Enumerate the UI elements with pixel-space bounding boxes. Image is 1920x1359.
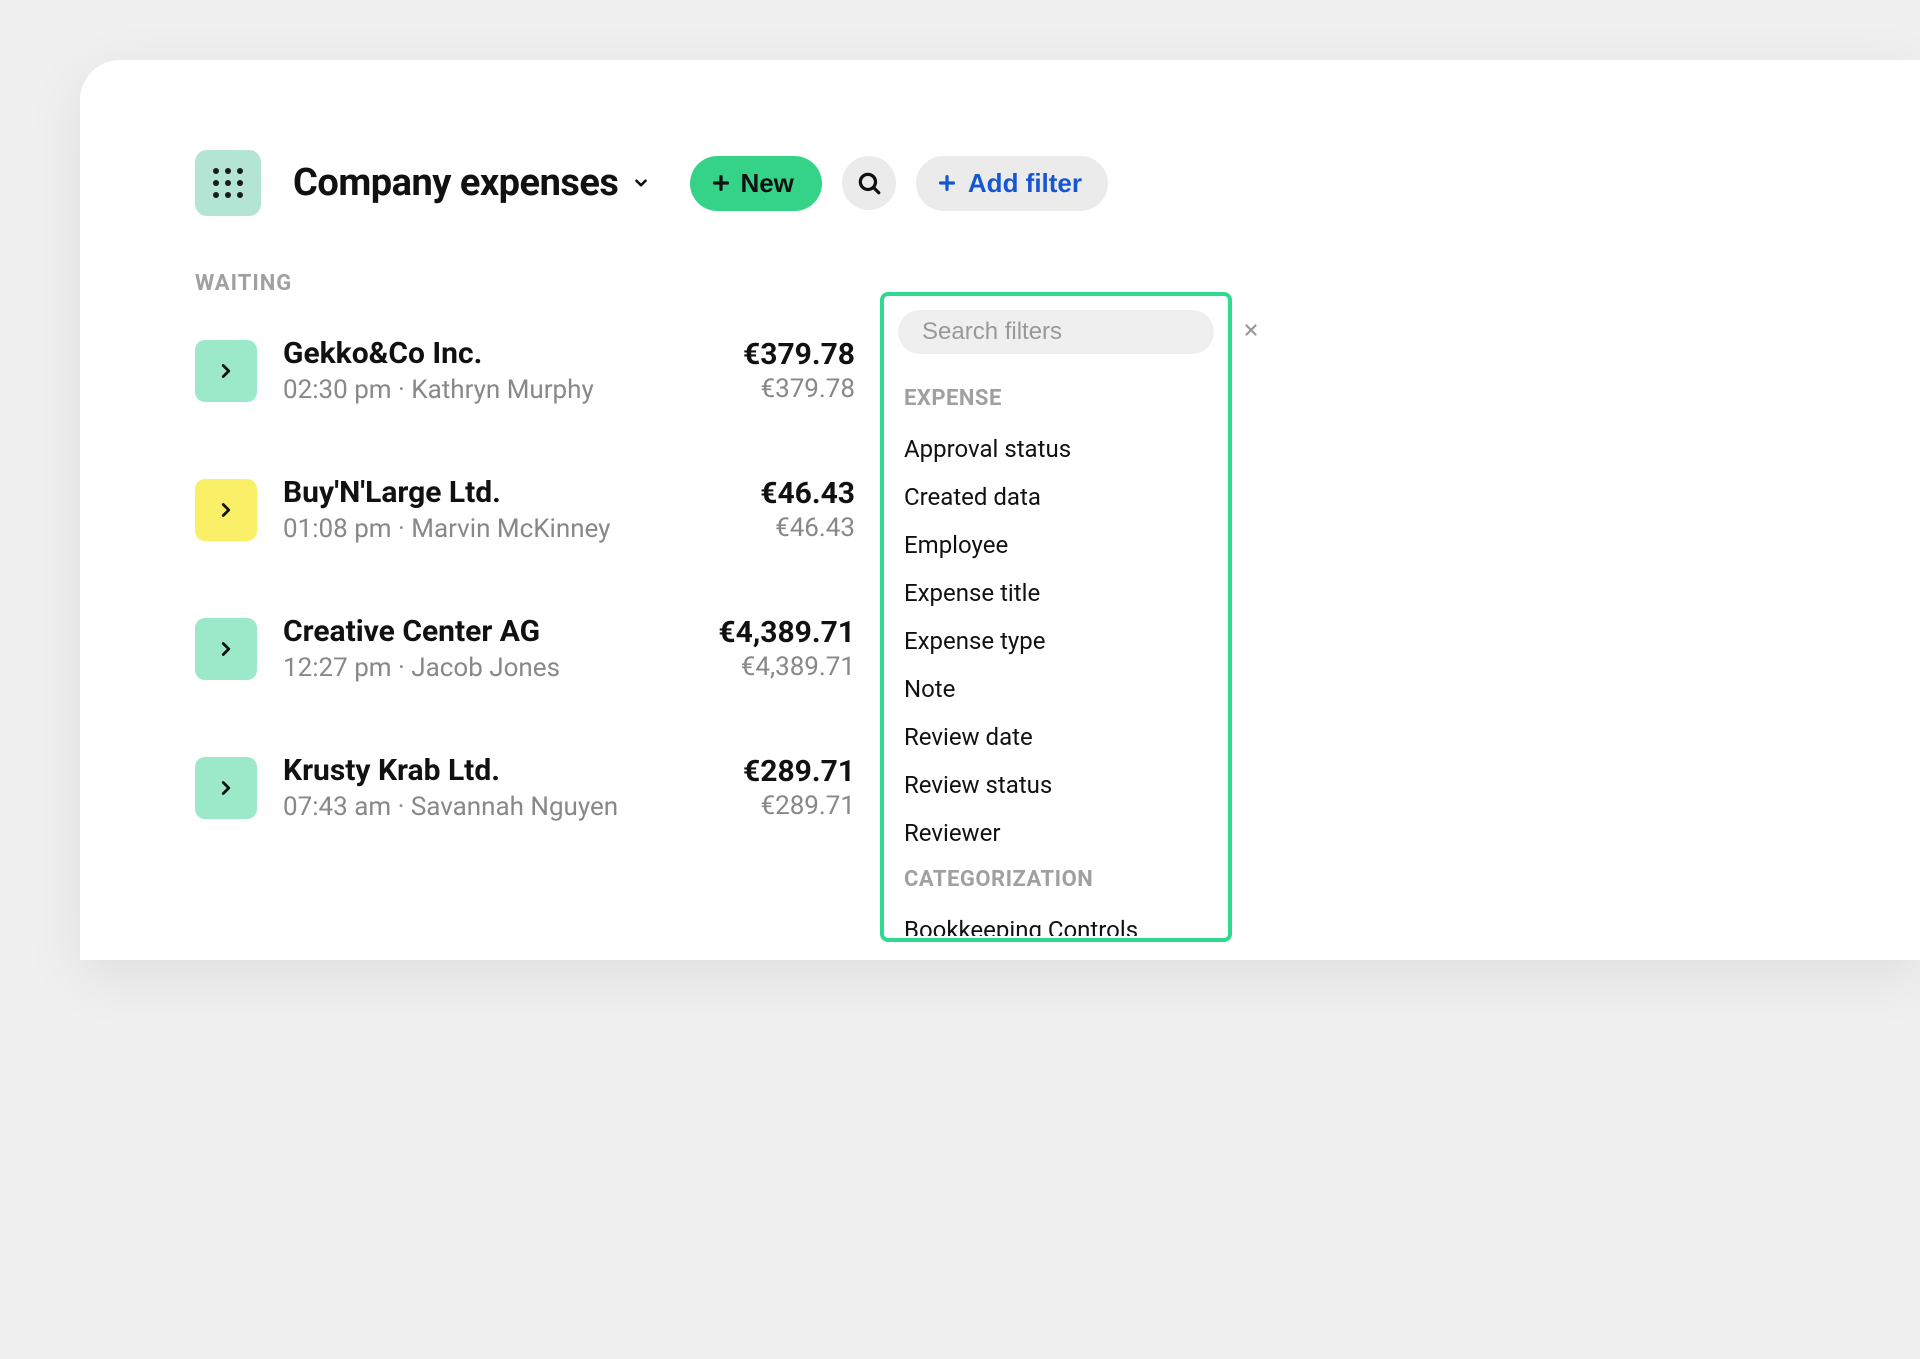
search-icon bbox=[856, 170, 882, 196]
filter-item[interactable]: Review date bbox=[898, 713, 1216, 761]
plus-icon bbox=[710, 172, 732, 194]
expense-meta: 12:27 pm · Jacob Jones bbox=[283, 653, 692, 683]
amount-primary: €4,389.71 bbox=[718, 615, 855, 650]
amount-secondary: €46.43 bbox=[760, 513, 855, 543]
filter-item[interactable]: Employee bbox=[898, 521, 1216, 569]
add-filter-button[interactable]: Add filter bbox=[916, 156, 1108, 211]
expense-row[interactable]: Gekko&Co Inc. 02:30 pm · Kathryn Murphy €3… bbox=[195, 336, 855, 405]
expense-meta: 07:43 am · Savannah Nguyen bbox=[283, 792, 717, 822]
app-grid-icon[interactable] bbox=[195, 150, 261, 216]
new-button[interactable]: New bbox=[690, 156, 821, 211]
close-icon[interactable] bbox=[1242, 320, 1260, 345]
filter-item[interactable]: Expense title bbox=[898, 569, 1216, 617]
expense-main: Buy'N'Large Ltd. 01:08 pm · Marvin McKinn… bbox=[283, 475, 734, 544]
status-box bbox=[195, 757, 257, 819]
expense-meta: 02:30 pm · Kathryn Murphy bbox=[283, 375, 717, 405]
expense-main: Creative Center AG 12:27 pm · Jacob Jones bbox=[283, 614, 692, 683]
chevron-right-icon bbox=[215, 360, 237, 382]
expense-row[interactable]: Krusty Krab Ltd. 07:43 am · Savannah Nguy… bbox=[195, 753, 855, 822]
amount-secondary: €289.71 bbox=[743, 791, 855, 821]
filter-item[interactable]: Review status bbox=[898, 761, 1216, 809]
filter-item[interactable]: Approval status bbox=[898, 425, 1216, 473]
filter-search-field[interactable] bbox=[898, 310, 1214, 354]
plus-icon bbox=[936, 172, 958, 194]
expense-main: Krusty Krab Ltd. 07:43 am · Savannah Nguy… bbox=[283, 753, 717, 822]
amount-primary: €379.78 bbox=[743, 337, 855, 372]
chevron-right-icon bbox=[215, 638, 237, 660]
app-window: Company expenses New Add filter WAITING … bbox=[80, 60, 1920, 960]
filter-item[interactable]: Note bbox=[898, 665, 1216, 713]
expense-row[interactable]: Buy'N'Large Ltd. 01:08 pm · Marvin McKinn… bbox=[195, 475, 855, 544]
expense-amounts: €289.71€289.71 bbox=[743, 754, 855, 821]
amount-primary: €46.43 bbox=[760, 476, 855, 511]
status-box bbox=[195, 479, 257, 541]
filter-body[interactable]: EXPENSE Approval statusCreated dataEmploy… bbox=[898, 376, 1222, 936]
filter-item[interactable]: Created data bbox=[898, 473, 1216, 521]
amount-primary: €289.71 bbox=[743, 754, 855, 789]
page-title-selector[interactable]: Company expenses bbox=[293, 161, 650, 205]
chevron-right-icon bbox=[215, 777, 237, 799]
filter-search-input[interactable] bbox=[922, 318, 1232, 346]
chevron-right-icon bbox=[215, 499, 237, 521]
filter-item[interactable]: Bookkeeping Controls bbox=[898, 906, 1216, 936]
expense-company: Creative Center AG bbox=[283, 614, 692, 649]
chevron-down-icon bbox=[632, 174, 650, 192]
expense-row[interactable]: Creative Center AG 12:27 pm · Jacob Jones… bbox=[195, 614, 855, 683]
new-button-label: New bbox=[740, 168, 793, 199]
filter-group-label: EXPENSE bbox=[904, 386, 1216, 411]
expense-amounts: €46.43€46.43 bbox=[760, 476, 855, 543]
header-row: Company expenses New Add filter bbox=[195, 150, 1920, 216]
expense-amounts: €4,389.71€4,389.71 bbox=[718, 615, 855, 682]
filter-item[interactable]: Expense type bbox=[898, 617, 1216, 665]
search-button[interactable] bbox=[842, 156, 896, 210]
filter-dropdown: EXPENSE Approval statusCreated dataEmploy… bbox=[880, 292, 1232, 942]
status-box bbox=[195, 340, 257, 402]
filter-item[interactable]: Reviewer bbox=[898, 809, 1216, 857]
status-box bbox=[195, 618, 257, 680]
expense-amounts: €379.78€379.78 bbox=[743, 337, 855, 404]
filter-group-label: CATEGORIZATION bbox=[904, 867, 1216, 892]
expense-main: Gekko&Co Inc. 02:30 pm · Kathryn Murphy bbox=[283, 336, 717, 405]
amount-secondary: €379.78 bbox=[743, 374, 855, 404]
expense-meta: 01:08 pm · Marvin McKinney bbox=[283, 514, 734, 544]
expense-company: Buy'N'Large Ltd. bbox=[283, 475, 734, 510]
add-filter-label: Add filter bbox=[968, 168, 1082, 199]
amount-secondary: €4,389.71 bbox=[718, 652, 855, 682]
expense-list: Gekko&Co Inc. 02:30 pm · Kathryn Murphy €3… bbox=[195, 336, 855, 822]
expense-company: Gekko&Co Inc. bbox=[283, 336, 717, 371]
page-title-text: Company expenses bbox=[293, 161, 618, 205]
expense-company: Krusty Krab Ltd. bbox=[283, 753, 717, 788]
